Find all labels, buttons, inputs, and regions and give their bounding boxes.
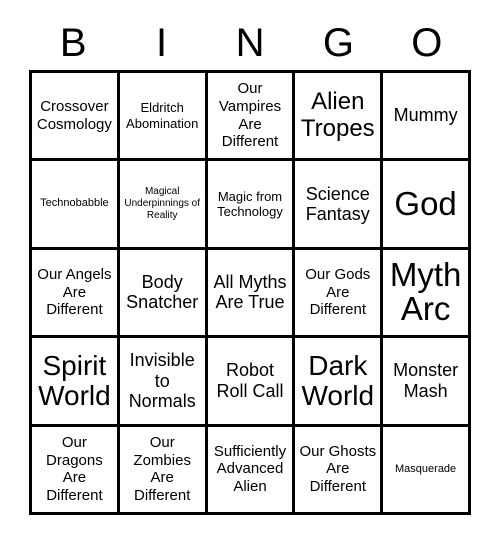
bingo-cell-label: Robot Roll Call [216,360,284,401]
bingo-cell-o4[interactable]: Monster Mash [383,338,471,427]
bingo-header-letter-i: I [156,21,168,65]
bingo-cell-label: Crossover Cosmology [36,98,112,133]
bingo-cell-o5[interactable]: Masquerade [383,426,471,515]
bingo-cell-o2[interactable]: God [383,161,471,250]
bingo-cell-label: Magical Underpinnings of Reality [124,185,200,222]
bingo-cell-g5[interactable]: Our Ghosts Are Different [295,426,384,515]
bingo-cell-n3[interactable]: All Myths Are True [207,249,296,339]
bingo-header-row: B I N G O [29,18,471,68]
bingo-cell-o1[interactable]: Mummy [383,73,471,162]
bingo-cell-label: Monster Mash [393,360,459,401]
bingo-cell-label: Our Zombies Are Different [133,433,191,504]
bingo-cell-label: Our Angels Are Different [37,265,112,319]
bingo-cell-g3[interactable]: Our Gods Are Different [295,249,384,339]
bingo-cell-label: Our Gods Are Different [305,265,371,319]
bingo-cell-n2[interactable]: Magic from Technology [207,161,296,250]
bingo-cell-b1[interactable]: Crossover Cosmology [32,73,120,162]
bingo-cell-label: Our Vampires Are Different [218,80,282,151]
bingo-grid: Crossover Cosmology Eldritch Abomination… [29,70,471,515]
bingo-cell-i3[interactable]: Body Snatcher [119,249,208,339]
bingo-cell-n4[interactable]: Robot Roll Call [207,338,296,427]
bingo-cell-b5[interactable]: Our Dragons Are Different [32,426,120,515]
bingo-cell-label: Eldritch Abomination [126,100,199,131]
bingo-cell-g1[interactable]: Alien Tropes [295,73,384,162]
bingo-cell-label: Invisible to Normals [128,350,196,412]
bingo-cell-i5[interactable]: Our Zombies Are Different [119,426,208,515]
bingo-cell-o3[interactable]: Myth Arc [383,249,471,339]
bingo-cell-label: Science Fantasy [305,183,370,225]
bingo-cell-label: God [394,184,457,222]
bingo-cell-g4[interactable]: Dark World [295,338,384,427]
bingo-cell-n1[interactable]: Our Vampires Are Different [207,73,296,162]
bingo-cell-label: Spirit World [38,349,111,411]
bingo-cell-label: Myth Arc [389,255,462,328]
bingo-cell-i1[interactable]: Eldritch Abomination [119,73,208,162]
bingo-cell-label: Masquerade [395,462,457,475]
bingo-cell-label: Sufficiently Advanced Alien [213,442,287,496]
bingo-cell-b3[interactable]: Our Angels Are Different [32,249,120,339]
bingo-header-letter-o: O [411,21,443,65]
bingo-cell-label: Our Dragons Are Different [46,433,103,504]
bingo-cell-label: Mummy [393,105,458,126]
bingo-header-letter-n: N [235,21,265,65]
bingo-cell-i2[interactable]: Magical Underpinnings of Reality [119,161,208,250]
bingo-cell-label: Body Snatcher [126,271,199,313]
bingo-cell-g2[interactable]: Science Fantasy [295,161,384,250]
bingo-card: B I N G O Crossover Cosmology Eldritch A… [0,0,501,544]
bingo-header-letter-b: B [59,21,87,65]
bingo-cell-label: Our Ghosts Are Different [299,442,377,496]
bingo-cell-label: Magic from Technology [217,188,283,220]
bingo-cell-label: Technobabble [40,197,109,210]
bingo-cell-label: Dark World [301,349,375,411]
bingo-header-letter-g: G [322,21,354,65]
bingo-cell-b4[interactable]: Spirit World [32,338,120,427]
bingo-cell-i4[interactable]: Invisible to Normals [119,338,208,427]
bingo-cell-label: Alien Tropes [300,88,375,142]
bingo-cell-n5[interactable]: Sufficiently Advanced Alien [207,426,296,515]
bingo-cell-b2[interactable]: Technobabble [32,161,120,250]
bingo-cell-label: All Myths Are True [213,271,287,313]
